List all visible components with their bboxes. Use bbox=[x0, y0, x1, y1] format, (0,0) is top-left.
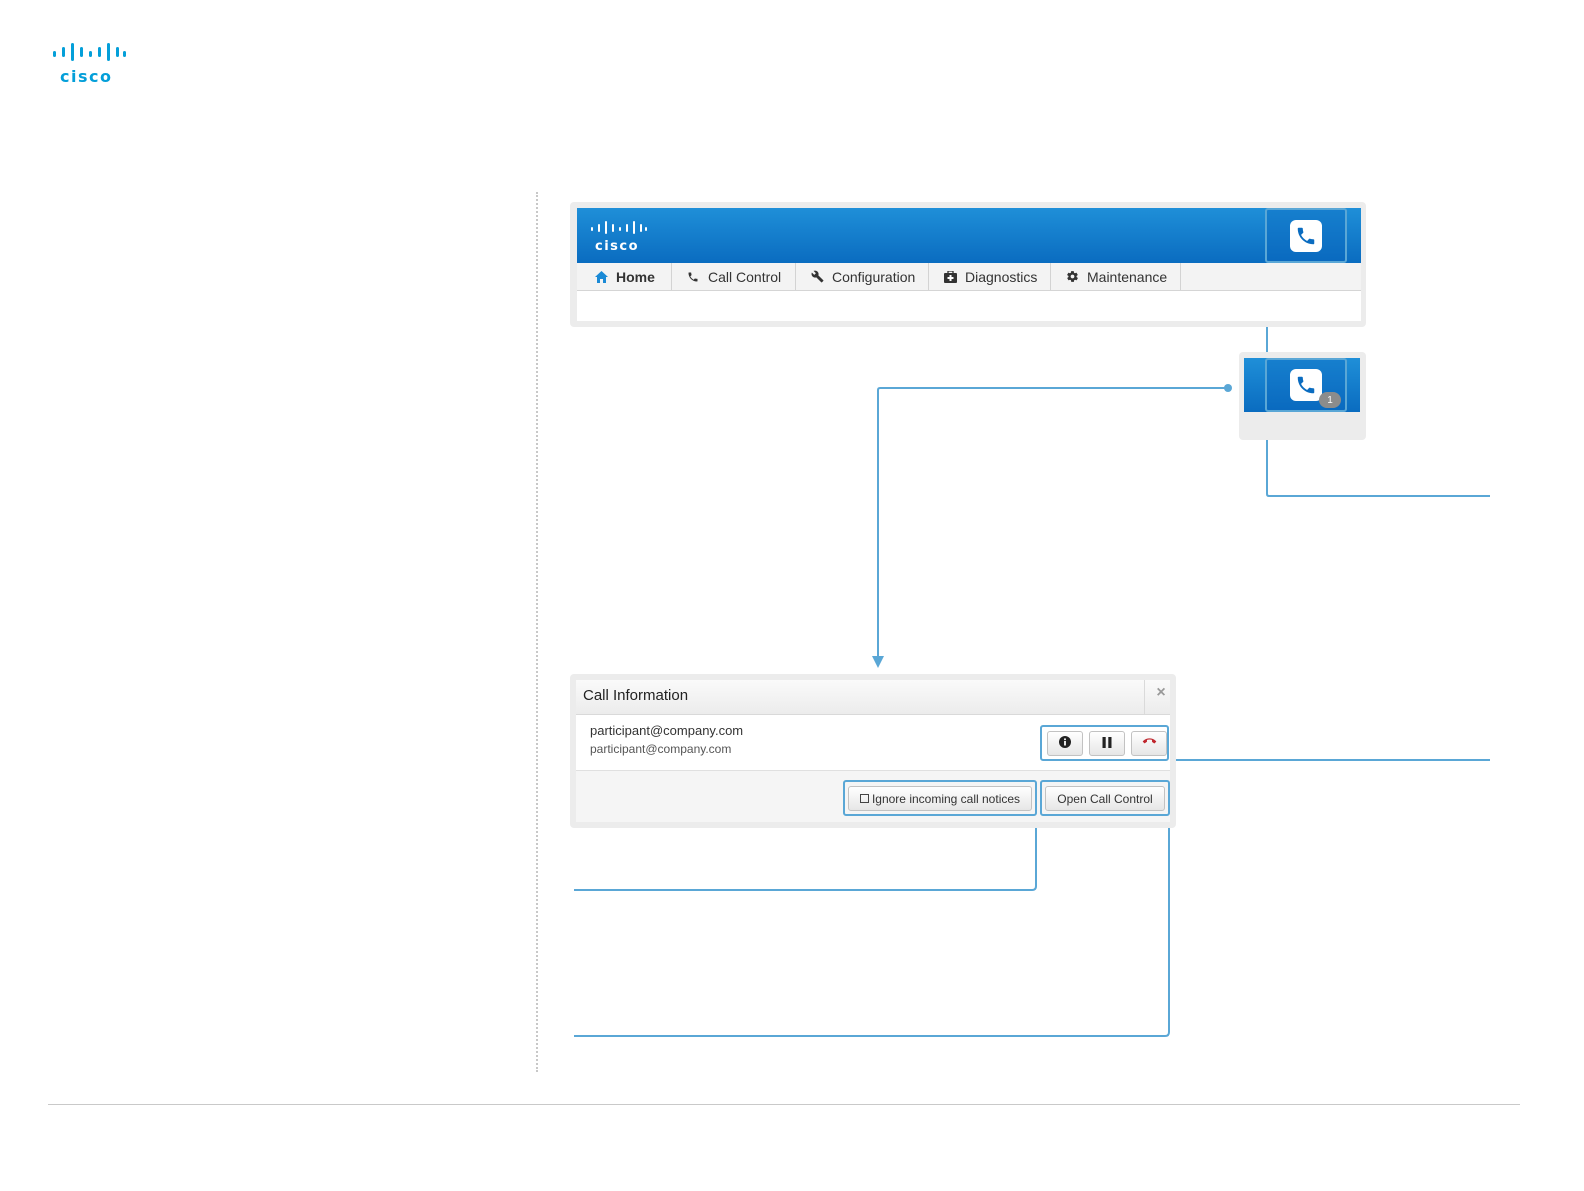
callee-name: participant@company.com bbox=[590, 723, 744, 738]
nav-diagnostics-label: Diagnostics bbox=[965, 268, 1038, 285]
ignore-incoming-calls-button[interactable]: Ignore incoming call notices bbox=[848, 786, 1032, 811]
ignore-checkbox[interactable] bbox=[859, 794, 869, 803]
dialog-close-separator bbox=[1144, 680, 1145, 714]
callout-open bbox=[574, 816, 1170, 1037]
nav-home[interactable]: Home bbox=[577, 263, 672, 290]
home-icon bbox=[594, 270, 608, 284]
phone-icon bbox=[1290, 219, 1322, 252]
callee-uri: participant@company.com bbox=[590, 742, 732, 756]
callout-notification bbox=[877, 387, 1228, 656]
web-ui-wordmark: cisco bbox=[595, 239, 640, 254]
web-ui-content bbox=[577, 291, 1361, 321]
cisco-bars-icon bbox=[591, 221, 647, 234]
info-button[interactable] bbox=[1047, 731, 1083, 756]
hold-button[interactable] bbox=[1089, 731, 1125, 756]
call-button[interactable] bbox=[1265, 208, 1347, 263]
web-ui-logo: cisco bbox=[590, 221, 650, 253]
nav-diagnostics[interactable]: Diagnostics bbox=[929, 263, 1051, 290]
nav-maintenance-label: Maintenance bbox=[1087, 268, 1168, 285]
hang-up-icon bbox=[1142, 735, 1157, 753]
phone-icon bbox=[1290, 369, 1322, 401]
gear-icon bbox=[1065, 270, 1079, 284]
pause-icon bbox=[1102, 735, 1112, 753]
medkit-icon bbox=[943, 270, 957, 284]
callout-dot bbox=[1224, 384, 1232, 392]
info-icon bbox=[1059, 735, 1071, 753]
nav-configuration-label: Configuration bbox=[832, 268, 916, 285]
dialog-title: Call Information bbox=[583, 687, 689, 704]
phone-icon bbox=[686, 270, 700, 284]
call-count-badge: 1 bbox=[1319, 392, 1341, 408]
nav-maintenance[interactable]: Maintenance bbox=[1051, 263, 1181, 290]
close-icon[interactable]: × bbox=[1152, 684, 1170, 702]
callout-lines bbox=[574, 263, 1490, 1037]
nav-call-control-label: Call Control bbox=[708, 268, 782, 285]
hang-up-button[interactable] bbox=[1131, 731, 1167, 756]
nav-home-label: Home bbox=[616, 268, 655, 285]
main-nav: Home Call Control Configuration Diagnost… bbox=[577, 263, 1361, 291]
wrench-icon bbox=[810, 270, 824, 284]
callout-arrowhead bbox=[872, 656, 884, 668]
nav-call-control[interactable]: Call Control bbox=[672, 263, 796, 290]
ignore-label: Ignore incoming call notices bbox=[871, 791, 1021, 806]
nav-configuration[interactable]: Configuration bbox=[796, 263, 929, 290]
open-call-control-button[interactable]: Open Call Control bbox=[1045, 786, 1165, 811]
web-ui-header bbox=[577, 208, 1361, 263]
